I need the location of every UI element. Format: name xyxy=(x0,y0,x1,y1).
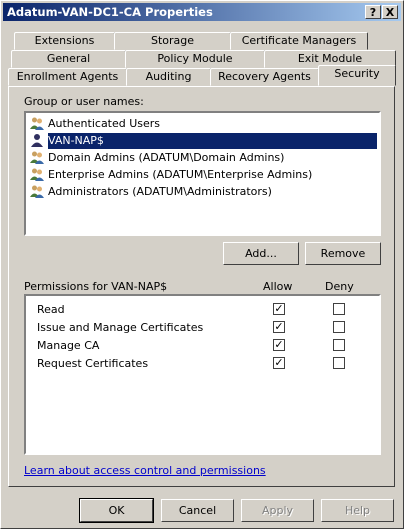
window-title: Adatum-VAN-DC1-CA Properties xyxy=(7,5,213,19)
list-item[interactable]: Domain Admins (ADATUM\Domain Admins) xyxy=(30,150,284,166)
allow-issue-manage-checkbox[interactable]: ✓ xyxy=(273,321,285,333)
deny-request-certs-checkbox[interactable] xyxy=(333,357,345,369)
deny-header: Deny xyxy=(325,280,354,293)
allow-manage-ca-checkbox[interactable]: ✓ xyxy=(273,339,285,351)
permissions-list: Read ✓ Issue and Manage Certificates ✓ M… xyxy=(24,294,381,455)
computer-account-icon xyxy=(30,133,44,147)
allow-header: Allow xyxy=(263,280,293,293)
group-or-user-names-label: Group or user names: xyxy=(24,95,144,108)
apply-button[interactable]: Apply xyxy=(241,499,314,522)
help-button[interactable]: Help xyxy=(321,499,394,522)
list-item[interactable]: Administrators (ADATUM\Administrators) xyxy=(30,184,272,200)
tab-storage[interactable]: Storage xyxy=(114,32,231,50)
tab-certificate-managers[interactable]: Certificate Managers xyxy=(230,32,368,50)
deny-issue-manage-checkbox[interactable] xyxy=(333,321,345,333)
help-title-button[interactable]: ? xyxy=(365,5,381,19)
permission-name: Read xyxy=(37,303,65,316)
allow-read-checkbox[interactable]: ✓ xyxy=(273,303,285,315)
tab-recovery-agents[interactable]: Recovery Agents xyxy=(210,68,319,86)
remove-button[interactable]: Remove xyxy=(305,242,381,265)
permission-name: Issue and Manage Certificates xyxy=(37,321,204,334)
tab-security[interactable]: Security xyxy=(318,65,396,86)
list-item[interactable]: Authenticated Users xyxy=(30,116,160,132)
list-item[interactable]: Enterprise Admins (ADATUM\Enterprise Adm… xyxy=(30,167,312,183)
properties-dialog: Adatum-VAN-DC1-CA Properties ? X Extensi… xyxy=(0,0,404,529)
close-title-button[interactable]: X xyxy=(382,5,398,19)
permissions-title: Permissions for VAN-NAP$ xyxy=(24,280,168,293)
title-bar: Adatum-VAN-DC1-CA Properties ? X xyxy=(3,3,401,21)
users-group-icon xyxy=(30,167,44,181)
add-button[interactable]: Add... xyxy=(223,242,299,265)
tab-enrollment-agents[interactable]: Enrollment Agents xyxy=(8,68,127,86)
users-listbox[interactable]: Authenticated Users VAN-NAP$ Domain Admi… xyxy=(24,111,381,236)
tab-auditing[interactable]: Auditing xyxy=(126,68,211,86)
ok-button[interactable]: OK xyxy=(79,498,154,523)
tab-general[interactable]: General xyxy=(11,50,126,68)
users-group-icon xyxy=(30,150,44,164)
tab-extensions[interactable]: Extensions xyxy=(14,32,115,50)
permission-name: Request Certificates xyxy=(37,357,149,370)
users-group-icon xyxy=(30,116,44,130)
users-group-icon xyxy=(30,184,44,198)
allow-request-certs-checkbox[interactable]: ✓ xyxy=(273,357,285,369)
deny-manage-ca-checkbox[interactable] xyxy=(333,339,345,351)
permission-name: Manage CA xyxy=(37,339,100,352)
list-item-selected[interactable]: VAN-NAP$ xyxy=(30,133,379,149)
access-control-help-link[interactable]: Learn about access control and permissio… xyxy=(24,464,266,477)
deny-read-checkbox[interactable] xyxy=(333,303,345,315)
cancel-button[interactable]: Cancel xyxy=(161,499,234,522)
tab-policy-module[interactable]: Policy Module xyxy=(125,50,265,68)
